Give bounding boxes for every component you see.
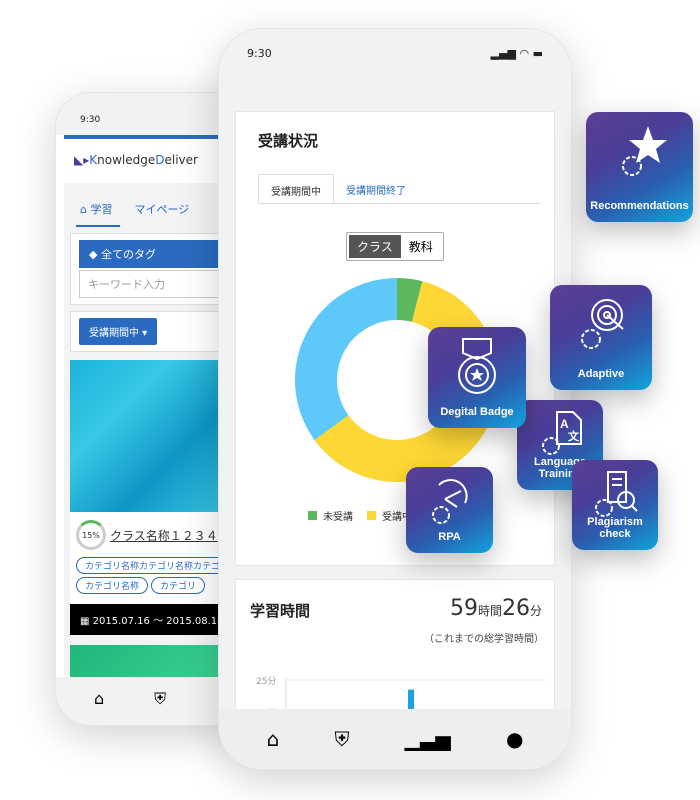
signal-wifi-battery-icon: ▂▄▆ ◠ ▬	[490, 47, 543, 60]
clock: 9:30	[247, 47, 272, 60]
toggle-subject[interactable]: 教科	[401, 235, 441, 258]
home-icon[interactable]: ⌂	[94, 689, 104, 725]
category-chip[interactable]: カテゴリ名称カテゴリ名称カテゴリ	[76, 557, 239, 574]
category-chip[interactable]: カテゴリ名称	[76, 577, 149, 594]
period-dropdown[interactable]: 受講期間中 ▾	[79, 318, 158, 345]
course-name[interactable]: クラス名称１２３４	[110, 529, 218, 543]
tab-active-period[interactable]: 受講期間中	[258, 174, 334, 203]
clock: 9:30	[80, 115, 101, 125]
y-tick-label: 25分	[256, 676, 276, 687]
logo-text: eliver	[164, 153, 198, 167]
svg-text:A: A	[560, 417, 569, 431]
shield-check-icon[interactable]: ⛨	[154, 689, 166, 725]
feature-plagiarism-check[interactable]: Plagiarism check	[572, 460, 658, 550]
status-bar: 9:30 ▂▄▆ ◠ ▬	[219, 29, 571, 71]
tag-icon: ◆	[89, 248, 98, 261]
feature-rpa[interactable]: RPA	[406, 467, 493, 553]
total-time: 59時間26分	[449, 596, 542, 621]
home-icon: ⌂	[80, 203, 87, 216]
home-icon[interactable]: ⌂	[267, 727, 280, 751]
logo-k: K	[89, 153, 98, 167]
donut-slice	[295, 278, 397, 440]
legend-item: 未受講	[308, 508, 353, 523]
card-title: 受講状況	[258, 132, 319, 150]
tab-mypage[interactable]: マイページ	[134, 201, 189, 227]
tab-label: 学習	[90, 203, 113, 216]
tab-ended-period[interactable]: 受講期間終了	[334, 174, 418, 203]
translate-gear-icon: A文	[542, 411, 582, 455]
robot-arm-gear-icon	[431, 479, 468, 524]
svg-text:文: 文	[568, 429, 580, 443]
medal-icon	[458, 338, 496, 394]
total-caption: （これまでの総学習時間）	[424, 634, 544, 645]
logo-icon: ◣▸	[74, 153, 90, 167]
feature-digital-badge[interactable]: Degital Badge	[428, 327, 526, 428]
toggle-class[interactable]: クラス	[349, 235, 401, 258]
feature-recommendations[interactable]: Recommendations	[586, 112, 693, 222]
calendar-icon: ▦	[80, 616, 90, 627]
tab-learning[interactable]: ⌂ 学習	[76, 201, 121, 227]
bottom-nav: ⌂ ⛨ ▁▃▅ ●	[219, 709, 571, 769]
logo-text: nowledge	[97, 153, 156, 167]
shield-check-icon[interactable]: ⛨	[334, 727, 349, 751]
bar-chart-icon[interactable]: ▁▃▅	[405, 727, 451, 751]
target-gear-icon	[581, 299, 624, 349]
logo-d: D	[155, 153, 165, 167]
category-chip[interactable]: カテゴリ	[151, 577, 206, 594]
view-toggle: クラス 教科	[346, 232, 444, 261]
star-gear-icon	[621, 126, 667, 176]
tag-label: 全てのタグ	[100, 248, 156, 261]
progress-ring: 15%	[76, 520, 106, 550]
user-icon[interactable]: ●	[506, 727, 523, 751]
dates-text: 2015.07.16 〜 2015.08.16	[92, 616, 224, 627]
document-search-icon	[595, 471, 638, 517]
card-title: 学習時間	[250, 602, 311, 620]
feature-adaptive[interactable]: Adaptive	[550, 285, 652, 390]
